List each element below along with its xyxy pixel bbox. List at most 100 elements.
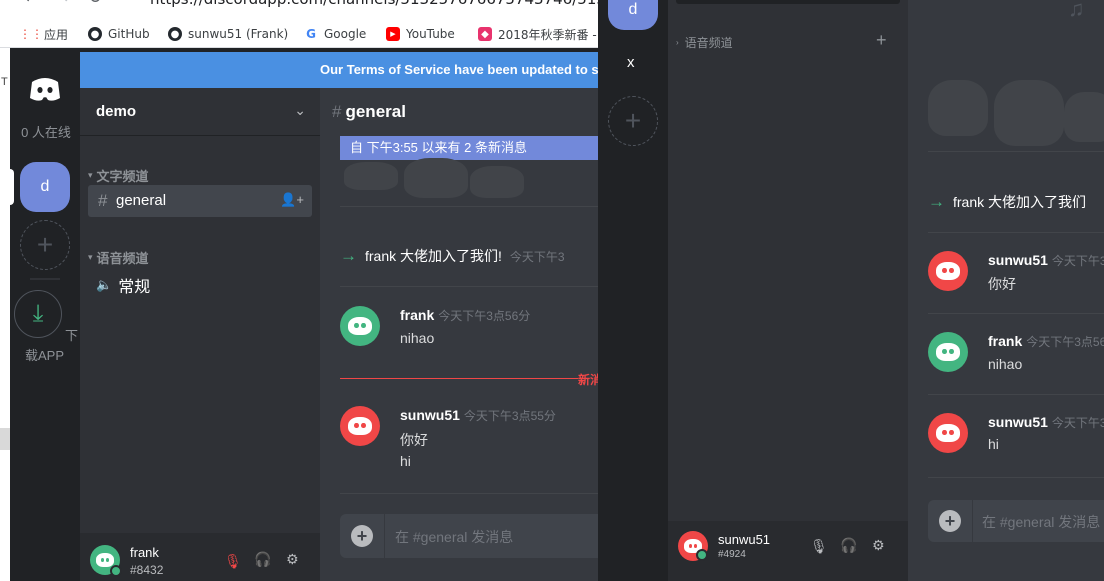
- author-name: sunwu51: [400, 407, 460, 423]
- guild-rail: d x +: [598, 0, 668, 581]
- strip-block: [0, 428, 10, 450]
- welcome-watermark: [994, 80, 1064, 146]
- youtube-icon: ▶: [386, 27, 400, 41]
- bookmark-anime[interactable]: ◆ 2018年秋季新番 -: [478, 26, 597, 42]
- member-join-message: → frank 大佬加入了我们! 今天下午3: [340, 246, 565, 266]
- welcome-watermark: [928, 80, 988, 136]
- add-server-button[interactable]: +: [608, 96, 658, 146]
- user-discriminator: #4924: [718, 549, 746, 560]
- category-voice-channels[interactable]: › 语音频道: [676, 34, 733, 51]
- server-icon-demo[interactable]: d: [608, 0, 658, 30]
- join-text: frank 大佬加入了我们: [953, 194, 1087, 210]
- message-text: hi: [400, 453, 411, 469]
- input-divider: [384, 514, 385, 558]
- join-text: frank 大佬加入了我们!: [365, 248, 502, 264]
- back-arrow-icon[interactable]: ←: [24, 0, 38, 8]
- divider: [928, 313, 1104, 314]
- settings-gear-icon[interactable]: ⚙: [872, 537, 885, 554]
- avatar[interactable]: [928, 413, 968, 453]
- category-label: 语音频道: [96, 251, 149, 266]
- message-author[interactable]: sunwu51 今天下午3: [988, 414, 1104, 431]
- bookmarks-bar: ⋮⋮ 应用 ● GitHub ● sunwu51 (Frank) G Googl…: [0, 22, 598, 46]
- avatar[interactable]: [340, 406, 380, 446]
- channel-sidebar: › 语音频道 +: [668, 0, 908, 581]
- chevron-down-icon: ▾: [88, 170, 93, 180]
- message-text: 你好: [400, 432, 428, 448]
- reload-icon[interactable]: ↻: [88, 0, 102, 8]
- invite-icon[interactable]: 👤+: [280, 192, 304, 208]
- join-arrow-icon: →: [928, 192, 945, 211]
- discord-logo-icon[interactable]: [26, 70, 64, 108]
- welcome-watermark: [1064, 92, 1104, 142]
- category-label: 语音频道: [684, 36, 733, 50]
- headphones-icon[interactable]: 🎧: [840, 537, 857, 554]
- apps-grid-icon: ⋮⋮: [19, 27, 43, 41]
- new-messages-bar[interactable]: 自 下午3:55 以来有 2 条新消息: [340, 136, 598, 160]
- message-author[interactable]: frank 今天下午3点56分: [400, 307, 530, 324]
- channel-item-voice[interactable]: 🔈 常规: [96, 273, 150, 297]
- close-icon[interactable]: x: [627, 54, 635, 71]
- create-channel-plus-icon[interactable]: +: [876, 30, 887, 51]
- upload-plus-icon[interactable]: +: [351, 525, 373, 547]
- message-timestamp: 今天下午3点56: [1026, 335, 1104, 349]
- headphones-icon[interactable]: 🎧: [254, 551, 271, 568]
- upload-plus-icon[interactable]: +: [939, 510, 961, 532]
- welcome-watermark: [344, 162, 398, 190]
- join-arrow-icon: →: [340, 246, 357, 265]
- avatar[interactable]: [928, 332, 968, 372]
- category-voice-channels[interactable]: ▾ 语音频道: [88, 248, 149, 267]
- google-icon: G: [306, 27, 316, 41]
- divider: [928, 477, 1104, 478]
- divider: [340, 493, 598, 494]
- message-input-box[interactable]: + 在 #general 发消息: [340, 514, 598, 558]
- plus-icon: +: [36, 229, 54, 260]
- sidebar-top-edge: [676, 0, 900, 4]
- message-author[interactable]: sunwu51 今天下午3: [988, 252, 1104, 269]
- forward-arrow-icon[interactable]: →: [56, 0, 70, 8]
- author-name: sunwu51: [988, 252, 1048, 268]
- browser-toolbar: ← → ↻ https://discordapp.com/channels/51…: [0, 0, 598, 48]
- avatar[interactable]: [340, 306, 380, 346]
- bookmark-sunwu51[interactable]: ● sunwu51 (Frank): [168, 26, 288, 42]
- welcome-watermark: [470, 166, 524, 198]
- message-timestamp: 今天下午3点56分: [438, 309, 531, 323]
- server-icon-demo[interactable]: d: [20, 162, 70, 212]
- input-divider: [972, 500, 973, 542]
- online-status-dot: [696, 549, 708, 561]
- message-author[interactable]: frank 今天下午3点56: [988, 333, 1104, 350]
- new-messages-label: 新消: [578, 373, 598, 387]
- discord-mascot-icon: ♫: [1068, 0, 1085, 21]
- channel-name: 常规: [118, 279, 151, 296]
- online-count: 0 人在线: [21, 125, 71, 140]
- username: frank: [130, 545, 159, 560]
- bookmark-google[interactable]: G Google: [304, 26, 366, 42]
- chat-area: ♫ → frank 大佬加入了我们 sunwu51 今天下午3 你好 frank 今…: [908, 0, 1104, 581]
- add-server-button[interactable]: +: [20, 220, 70, 270]
- settings-gear-icon[interactable]: ⚙: [286, 551, 299, 568]
- message-author[interactable]: sunwu51 今天下午3点55分: [400, 407, 556, 424]
- message-input-placeholder[interactable]: 在 #general 发消息: [395, 527, 513, 547]
- new-messages-divider: [340, 378, 578, 379]
- right-discord-window: d x + › 语音频道 + sunwu51 #4924 🎙 🎧 ⚙ ♫ → f…: [598, 0, 1104, 581]
- mute-mic-icon[interactable]: 🎙: [224, 553, 242, 570]
- message-text: nihao: [400, 330, 435, 346]
- selected-server-pill: [10, 169, 14, 205]
- chevron-down-icon: ⌄: [294, 102, 306, 118]
- message-input-box[interactable]: + 在 #general 发消息: [928, 500, 1104, 542]
- user-panel: sunwu51 #4924 🎙 🎧 ⚙: [668, 521, 908, 581]
- message-text: hi: [988, 436, 999, 452]
- category-text-channels[interactable]: ▾ 文字频道: [88, 166, 149, 185]
- bookmark-youtube[interactable]: ▶ YouTube: [386, 26, 455, 42]
- divider: [928, 151, 1104, 152]
- address-bar-url[interactable]: https://discordapp.com/channels/51325767…: [150, 0, 598, 8]
- download-app-button[interactable]: ⤓: [14, 290, 62, 338]
- bookmark-label: sunwu51 (Frank): [188, 27, 289, 41]
- bookmark-apps[interactable]: ⋮⋮ 应用: [19, 26, 68, 42]
- channel-item-general[interactable]: # general 👤+: [88, 185, 312, 217]
- avatar[interactable]: [928, 251, 968, 291]
- server-header[interactable]: demo ⌄: [80, 88, 320, 136]
- message-input-placeholder[interactable]: 在 #general 发消息: [982, 512, 1100, 532]
- strip-letter: T: [1, 76, 8, 88]
- microphone-icon[interactable]: 🎙: [810, 538, 828, 555]
- bookmark-github[interactable]: ● GitHub: [88, 26, 150, 42]
